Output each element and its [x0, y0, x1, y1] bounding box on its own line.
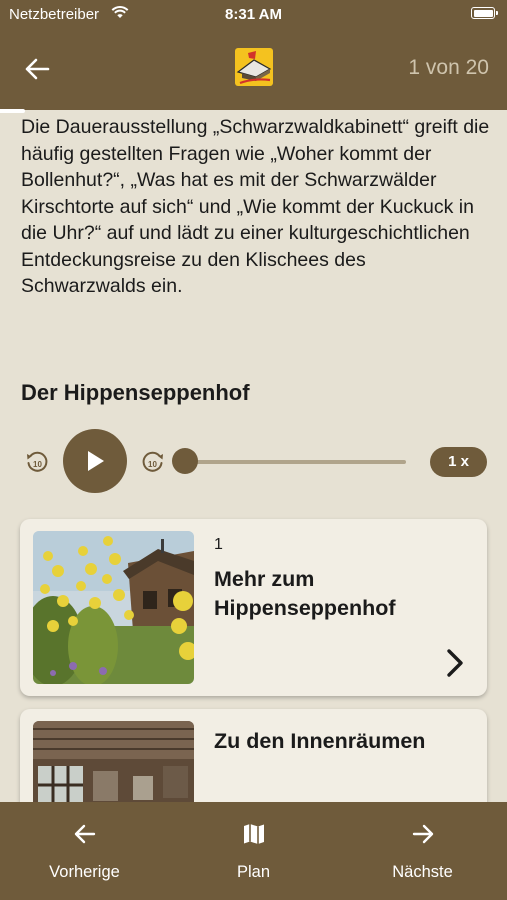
top-navigation-bar: 1 von 20 — [0, 30, 507, 110]
tab-plan[interactable]: Plan — [169, 802, 338, 900]
battery-icon — [471, 7, 498, 19]
card-title: Zu den Innenräumen — [214, 729, 426, 753]
intro-text: Die Dauerausstellung „Schwarzwaldkabinet… — [21, 116, 490, 297]
section-title: Der Hippenseppenhof — [21, 380, 250, 405]
play-icon — [88, 451, 104, 471]
museum-logo-icon — [235, 48, 273, 86]
play-button[interactable] — [63, 429, 127, 493]
card-title: Mehr zum Hippenseppenhof — [214, 567, 396, 620]
card-number: 1 — [214, 536, 223, 553]
tab-next-label: Nächste — [392, 863, 453, 881]
bottom-tab-bar: Vorherige Plan Nächste — [0, 802, 507, 900]
clock: 8:31 AM — [225, 6, 282, 23]
content-scroll-area[interactable]: Die Dauerausstellung „Schwarzwaldkabinet… — [0, 110, 507, 802]
tab-previous-label: Vorherige — [49, 863, 120, 881]
arrow-left-icon — [74, 824, 96, 844]
map-icon — [244, 824, 264, 844]
skip-back-10-icon[interactable]: 10 — [24, 449, 50, 475]
playback-speed-button[interactable]: 1 x — [430, 447, 487, 477]
card-interior-rooms[interactable]: Zu den Innenräumen — [20, 709, 487, 802]
audio-scrubber-thumb[interactable] — [172, 448, 198, 474]
skip-forward-label: 10 — [148, 460, 157, 469]
skip-forward-10-icon[interactable]: 10 — [140, 449, 166, 475]
chevron-right-icon — [447, 649, 463, 677]
arrow-right-icon — [412, 824, 434, 844]
audio-player: 10 10 1 x — [0, 428, 507, 496]
back-arrow-icon[interactable] — [22, 54, 52, 84]
page-counter: 1 von 20 — [408, 56, 489, 79]
audio-progress-track[interactable] — [176, 460, 406, 464]
interior-rooms-photo — [33, 721, 194, 802]
tab-next[interactable]: Nächste — [338, 802, 507, 900]
hippenseppenhof-photo — [33, 531, 194, 684]
card-more-hippenseppenhof[interactable]: 1 Mehr zum Hippenseppenhof — [20, 519, 487, 696]
skip-back-label: 10 — [33, 460, 42, 469]
status-bar: Netzbetreiber 8:31 AM — [0, 0, 507, 30]
tab-plan-label: Plan — [236, 863, 271, 881]
tab-previous[interactable]: Vorherige — [0, 802, 169, 900]
